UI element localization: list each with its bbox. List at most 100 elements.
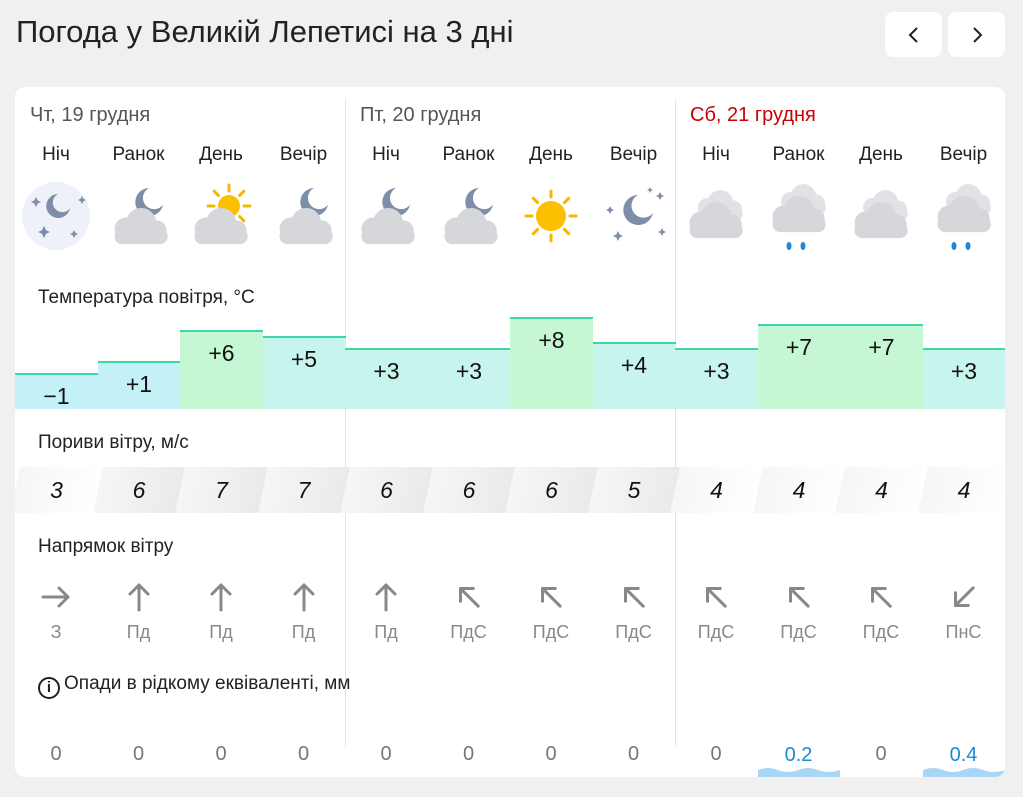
wind-arrow-icon [840, 579, 922, 615]
gust-value: 6 [132, 477, 146, 503]
part-label: Ніч [372, 144, 400, 165]
precipitation-value: 0 [380, 743, 392, 765]
gust-cell: 6 [92, 467, 186, 513]
temperature-label: Температура повітря, °C [38, 287, 255, 308]
wind-direction: ПнС [945, 622, 982, 642]
precipitation-value: 0 [50, 743, 62, 765]
wind-arrow-icon [675, 579, 757, 615]
wind-direction: ПдС [780, 622, 817, 642]
part-label: Ранок [772, 144, 825, 165]
precipitation-value: 0 [875, 743, 887, 765]
precipitation-value: 0 [215, 743, 227, 765]
part-label: Вечір [939, 144, 988, 165]
gusts-label: Пориви вітру, м/с [38, 432, 189, 453]
precipitation-label: i Опади в рідкому еквіваленті, мм [38, 673, 350, 699]
temperature-value: +6 [208, 339, 235, 366]
gust-cell: 7 [175, 467, 268, 513]
temperature-value: +1 [125, 370, 153, 397]
temperature-value: +5 [290, 346, 318, 372]
direction-label: Напрямок вітру [38, 536, 174, 557]
precipitation-value: 0 [627, 743, 640, 765]
part-label: Ніч [42, 144, 70, 165]
temperature-value: +4 [620, 352, 648, 379]
sun-icon [510, 175, 592, 257]
cloudy-icon [840, 175, 922, 257]
part-label: Вечір [279, 144, 328, 165]
gust-value: 6 [545, 477, 558, 503]
gust-cell: 4 [670, 467, 763, 513]
part-label: День [199, 144, 243, 165]
wind-arrow-icon [923, 579, 1005, 615]
wind-arrow-icon [15, 579, 97, 615]
gust-value: 4 [957, 477, 971, 503]
gust-cell: 6 [340, 467, 433, 513]
wind-arrow-icon [345, 579, 427, 615]
part-label: Ранок [112, 144, 165, 165]
gust-value: 4 [710, 477, 723, 503]
wind-direction: ПдС [862, 622, 900, 642]
part-label: Ранок [442, 144, 495, 165]
precipitation-value: 0.2 [784, 744, 813, 766]
prev-button[interactable] [885, 12, 942, 57]
precipitation-value: 0 [462, 743, 475, 765]
wind-arrow-icon [593, 579, 675, 615]
info-icon[interactable]: i [38, 677, 60, 699]
gust-value: 6 [380, 477, 393, 503]
wind-arrow-icon [98, 579, 180, 615]
part-label: День [859, 144, 903, 165]
moon-cloud-icon [345, 175, 427, 257]
temperature-value: +7 [785, 333, 813, 360]
wind-direction: Пд [374, 622, 398, 642]
moon-cloud-icon [428, 175, 510, 257]
temperature-value: +3 [950, 358, 978, 385]
temperature-value: −1 [43, 383, 70, 410]
precipitation-value: 0 [710, 743, 722, 765]
gust-cell: 4 [917, 467, 1005, 513]
precipitation-value: 0 [132, 743, 145, 765]
gust-cell: 4 [752, 467, 846, 513]
gust-cell: 5 [587, 467, 681, 513]
wind-arrow-icon [428, 579, 510, 615]
wind-direction: Пд [209, 622, 233, 642]
wind-direction: ПдС [697, 622, 735, 642]
gust-value: 4 [875, 477, 888, 503]
precipitation-value: 0.4 [949, 744, 978, 766]
precipitation-value: 0 [545, 743, 557, 765]
gust-value: 7 [215, 477, 228, 503]
chevron-left-icon [908, 26, 918, 43]
precipitation-label-text: Опади в рідкому еквіваленті, мм [64, 673, 351, 694]
wind-direction: З [50, 622, 62, 642]
gust-cell: 3 [15, 467, 103, 513]
chevron-right-icon [972, 26, 982, 43]
gust-cell: 6 [505, 467, 598, 513]
part-label: Вечір [609, 144, 658, 165]
next-button[interactable] [948, 12, 1005, 57]
precipitation-value: 0 [297, 743, 310, 765]
day-label-fri: Пт, 20 грудня [360, 104, 482, 126]
forecast-card: Чт, 19 грудня Пт, 20 грудня Сб, 21 грудн… [15, 87, 1005, 777]
gust-cell: 6 [422, 467, 516, 513]
precipitation-wave [757, 768, 840, 777]
gust-value: 3 [50, 477, 63, 503]
wind-arrow-icon [263, 579, 345, 615]
wind-direction: Пд [291, 622, 316, 642]
wind-direction: ПдС [532, 622, 570, 642]
wind-direction: ПдС [450, 622, 487, 642]
wind-arrow-icon [510, 579, 592, 615]
wind-direction: ПдС [615, 622, 652, 642]
moon-cloud-icon [98, 175, 180, 257]
page-title: Погода у Великій Лепетисі на 3 дні [16, 14, 514, 49]
sun-cloud-icon [180, 175, 262, 257]
gust-cell: 4 [835, 467, 928, 513]
wind-direction: Пд [126, 622, 151, 642]
part-label: День [529, 144, 573, 165]
rain-icon [923, 175, 1005, 257]
temperature-value: +3 [703, 358, 730, 385]
cloudy-icon [675, 175, 757, 257]
gust-cell: 7 [257, 467, 351, 513]
gust-value: 4 [792, 477, 806, 503]
gust-value: 6 [462, 477, 476, 503]
temperature-value: +3 [455, 358, 483, 385]
wind-arrow-icon [180, 579, 262, 615]
moon-cloud-icon [263, 175, 345, 257]
